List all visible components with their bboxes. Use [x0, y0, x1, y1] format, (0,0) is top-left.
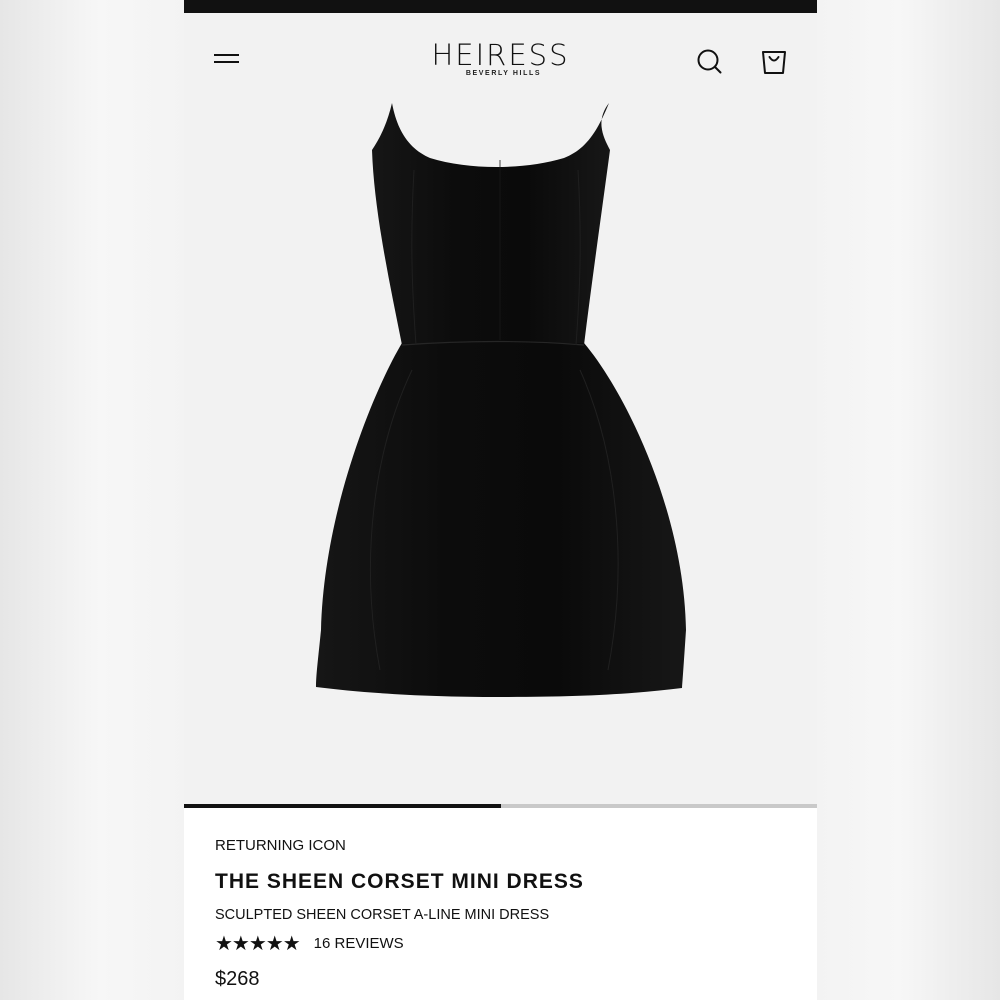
product-price: $268 [215, 968, 260, 990]
product-subtitle: SCULPTED SHEEN CORSET A-LINE MINI DRESS [215, 907, 550, 923]
search-button[interactable] [695, 47, 725, 77]
phone-screen: HEIRESS BEVERLY HILLS RETURNING ICON THE… [184, 0, 817, 1000]
black-dress-image [316, 103, 686, 697]
search-icon [697, 49, 722, 74]
product-image[interactable] [184, 90, 817, 800]
rating-summary[interactable]: ★★★★★ 16 REVIEWS [215, 931, 404, 955]
collection-label: RETURNING ICON [215, 837, 346, 854]
shopping-bag-icon [762, 51, 786, 74]
product-info: RETURNING ICON THE SHEEN CORSET MINI DRE… [184, 808, 817, 1000]
product-title: THE SHEEN CORSET MINI DRESS [215, 870, 584, 893]
top-bar [184, 0, 817, 13]
star-rating-icon: ★★★★★ [215, 931, 301, 955]
reviews-link[interactable]: 16 REVIEWS [314, 935, 404, 952]
cart-button[interactable] [759, 47, 789, 77]
